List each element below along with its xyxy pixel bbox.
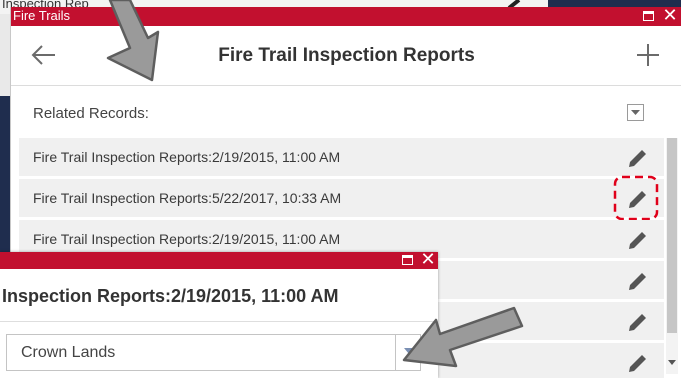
record-label: Fire Trail Inspection Reports:5/22/2017,… xyxy=(33,190,342,206)
plus-icon[interactable] xyxy=(633,40,663,70)
related-records-label: Related Records: xyxy=(33,105,149,122)
pencil-icon[interactable] xyxy=(626,228,650,252)
close-icon[interactable]: ✕ xyxy=(662,6,678,24)
divider xyxy=(0,321,438,322)
pencil-icon[interactable] xyxy=(626,351,650,375)
pencil-icon[interactable] xyxy=(613,175,661,223)
popup-title: Inspection Reports:2/19/2015, 11:00 AM xyxy=(2,286,339,306)
pencil-icon[interactable] xyxy=(626,269,650,293)
back-arrow-icon[interactable] xyxy=(29,40,59,70)
maximize-icon[interactable] xyxy=(643,11,654,21)
land-tenure-select[interactable]: Crown Lands xyxy=(6,334,421,371)
list-item[interactable]: Fire Trail Inspection Reports:2/19/2015,… xyxy=(19,138,664,176)
inspection-report-popup: ✕ Inspection Reports:2/19/2015, 11:00 AM… xyxy=(0,250,438,378)
close-icon[interactable]: ✕ xyxy=(420,250,436,268)
popup-titlebar: ✕ xyxy=(0,250,438,269)
scrollbar[interactable] xyxy=(666,138,678,374)
background-left-strip xyxy=(0,14,10,96)
related-records-dropdown[interactable] xyxy=(627,104,644,121)
pencil-icon[interactable] xyxy=(626,310,650,334)
tutorial-arrow-icon xyxy=(402,306,524,368)
scroll-down-icon[interactable] xyxy=(668,358,676,366)
chevron-down-icon xyxy=(631,110,640,115)
background-left-navy xyxy=(0,96,10,256)
scrollbar-thumb[interactable] xyxy=(667,138,677,333)
record-label: Fire Trail Inspection Reports:2/19/2015,… xyxy=(33,149,341,165)
maximize-icon[interactable] xyxy=(402,255,413,265)
tutorial-arrow-icon xyxy=(106,0,160,82)
list-item[interactable]: Fire Trail Inspection Reports:5/22/2017,… xyxy=(19,175,664,223)
panel-title: Fire Trails xyxy=(13,8,71,23)
pencil-icon[interactable] xyxy=(626,146,650,170)
select-value: Crown Lands xyxy=(21,344,116,361)
